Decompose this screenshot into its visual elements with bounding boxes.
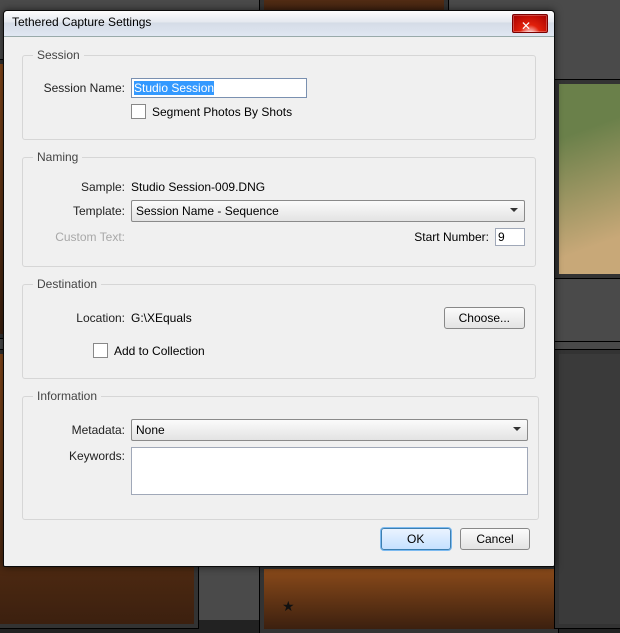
template-value: Session Name - Sequence xyxy=(136,204,279,218)
keywords-label: Keywords: xyxy=(33,447,131,463)
metadata-select[interactable]: None xyxy=(131,419,528,441)
information-group: Information Metadata: None Keywords: xyxy=(22,389,539,520)
choose-button[interactable]: Choose... xyxy=(444,307,525,329)
titlebar[interactable]: Tethered Capture Settings ✕ xyxy=(4,11,554,37)
session-group: Session Session Name: Studio Session Seg… xyxy=(22,48,536,140)
metadata-label: Metadata: xyxy=(33,423,131,437)
custom-text-label: Custom Text: xyxy=(33,230,131,244)
keywords-input[interactable] xyxy=(131,447,528,495)
ok-button[interactable]: OK xyxy=(381,528,451,550)
location-label: Location: xyxy=(33,311,131,325)
session-name-value: Studio Session xyxy=(134,81,214,95)
dialog-button-row: OK Cancel xyxy=(375,528,530,550)
tethered-capture-dialog: Tethered Capture Settings ✕ Session Sess… xyxy=(3,10,555,567)
naming-legend: Naming xyxy=(33,150,82,164)
close-button[interactable]: ✕ xyxy=(512,14,548,33)
close-icon: ✕ xyxy=(521,19,531,34)
destination-group: Destination Location: G:\XEquals Choose.… xyxy=(22,277,536,379)
start-number-input[interactable] xyxy=(495,228,525,246)
session-name-input[interactable]: Studio Session xyxy=(131,78,307,98)
rating-star: ★ xyxy=(282,598,295,615)
information-legend: Information xyxy=(33,389,101,403)
session-name-label: Session Name: xyxy=(33,81,131,95)
sample-label: Sample: xyxy=(33,180,131,194)
naming-group: Naming Sample: Studio Session-009.DNG Te… xyxy=(22,150,536,267)
cancel-button[interactable]: Cancel xyxy=(460,528,530,550)
location-value: G:\XEquals xyxy=(131,311,444,325)
add-to-collection-checkbox[interactable] xyxy=(93,343,108,358)
segment-photos-checkbox[interactable] xyxy=(131,104,146,119)
sample-value: Studio Session-009.DNG xyxy=(131,180,265,194)
session-legend: Session xyxy=(33,48,84,62)
template-select[interactable]: Session Name - Sequence xyxy=(131,200,525,222)
metadata-value: None xyxy=(136,423,165,437)
add-to-collection-label: Add to Collection xyxy=(114,344,205,358)
start-number-label: Start Number: xyxy=(414,230,489,244)
destination-legend: Destination xyxy=(33,277,101,291)
segment-photos-label: Segment Photos By Shots xyxy=(152,105,292,119)
template-label: Template: xyxy=(33,204,131,218)
dialog-title: Tethered Capture Settings xyxy=(12,15,151,29)
